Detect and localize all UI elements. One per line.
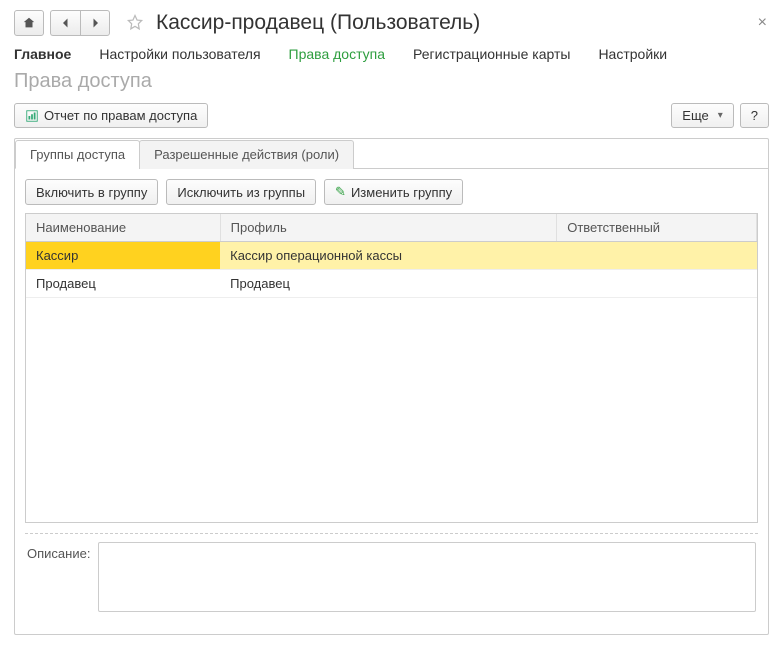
col-responsible[interactable]: Ответственный <box>557 214 757 242</box>
cell-responsible <box>557 242 757 270</box>
nav-main[interactable]: Главное <box>14 46 71 62</box>
report-button-label: Отчет по правам доступа <box>44 108 197 123</box>
tab-allowed-roles-label: Разрешенные действия (роли) <box>154 147 339 162</box>
top-nav: Главное Настройки пользователя Права дос… <box>14 46 769 62</box>
section-title: Права доступа <box>14 70 769 93</box>
page-title: Кассир-продавец (Пользователь) <box>156 11 480 35</box>
exclude-from-group-button[interactable]: Исключить из группы <box>166 179 316 205</box>
help-button[interactable]: ? <box>740 103 769 128</box>
include-in-group-button[interactable]: Включить в группу <box>25 179 158 205</box>
cell-profile: Кассир операционной кассы <box>220 242 557 270</box>
description-label: Описание: <box>27 542 90 561</box>
description-input[interactable] <box>98 542 756 612</box>
home-button[interactable] <box>14 10 44 36</box>
exclude-from-group-label: Исключить из группы <box>177 185 305 200</box>
tab-allowed-roles[interactable]: Разрешенные действия (роли) <box>139 140 354 169</box>
cell-responsible <box>557 270 757 298</box>
report-button[interactable]: Отчет по правам доступа <box>14 103 208 128</box>
report-icon <box>25 109 39 123</box>
nav-access-rights[interactable]: Права доступа <box>289 46 385 62</box>
col-name[interactable]: Наименование <box>26 214 220 242</box>
edit-group-button[interactable]: ✎ Изменить группу <box>324 179 463 205</box>
table-row[interactable]: Кассир Кассир операционной кассы <box>26 242 757 270</box>
cell-name: Кассир <box>26 242 220 270</box>
close-icon[interactable]: × <box>758 14 767 32</box>
forward-button[interactable] <box>80 10 110 36</box>
include-in-group-label: Включить в группу <box>36 185 147 200</box>
tab-access-groups[interactable]: Группы доступа <box>15 140 140 169</box>
col-profile[interactable]: Профиль <box>220 214 557 242</box>
separator <box>25 533 758 534</box>
nav-user-settings[interactable]: Настройки пользователя <box>99 46 260 62</box>
cell-name: Продавец <box>26 270 220 298</box>
more-button[interactable]: Еще ▾ <box>671 103 733 128</box>
pencil-icon: ✎ <box>335 184 346 200</box>
tab-access-groups-label: Группы доступа <box>30 147 125 162</box>
help-button-label: ? <box>751 108 758 123</box>
edit-group-label: Изменить группу <box>351 185 452 200</box>
nav-settings[interactable]: Настройки <box>598 46 667 62</box>
table-row[interactable]: Продавец Продавец <box>26 270 757 298</box>
cell-profile: Продавец <box>220 270 557 298</box>
more-button-label: Еще <box>682 108 708 123</box>
chevron-down-icon: ▾ <box>718 110 723 121</box>
back-button[interactable] <box>50 10 80 36</box>
favorite-star-icon[interactable] <box>124 12 146 34</box>
nav-reg-cards[interactable]: Регистрационные карты <box>413 46 570 62</box>
groups-table[interactable]: Наименование Профиль Ответственный Касси… <box>25 213 758 523</box>
